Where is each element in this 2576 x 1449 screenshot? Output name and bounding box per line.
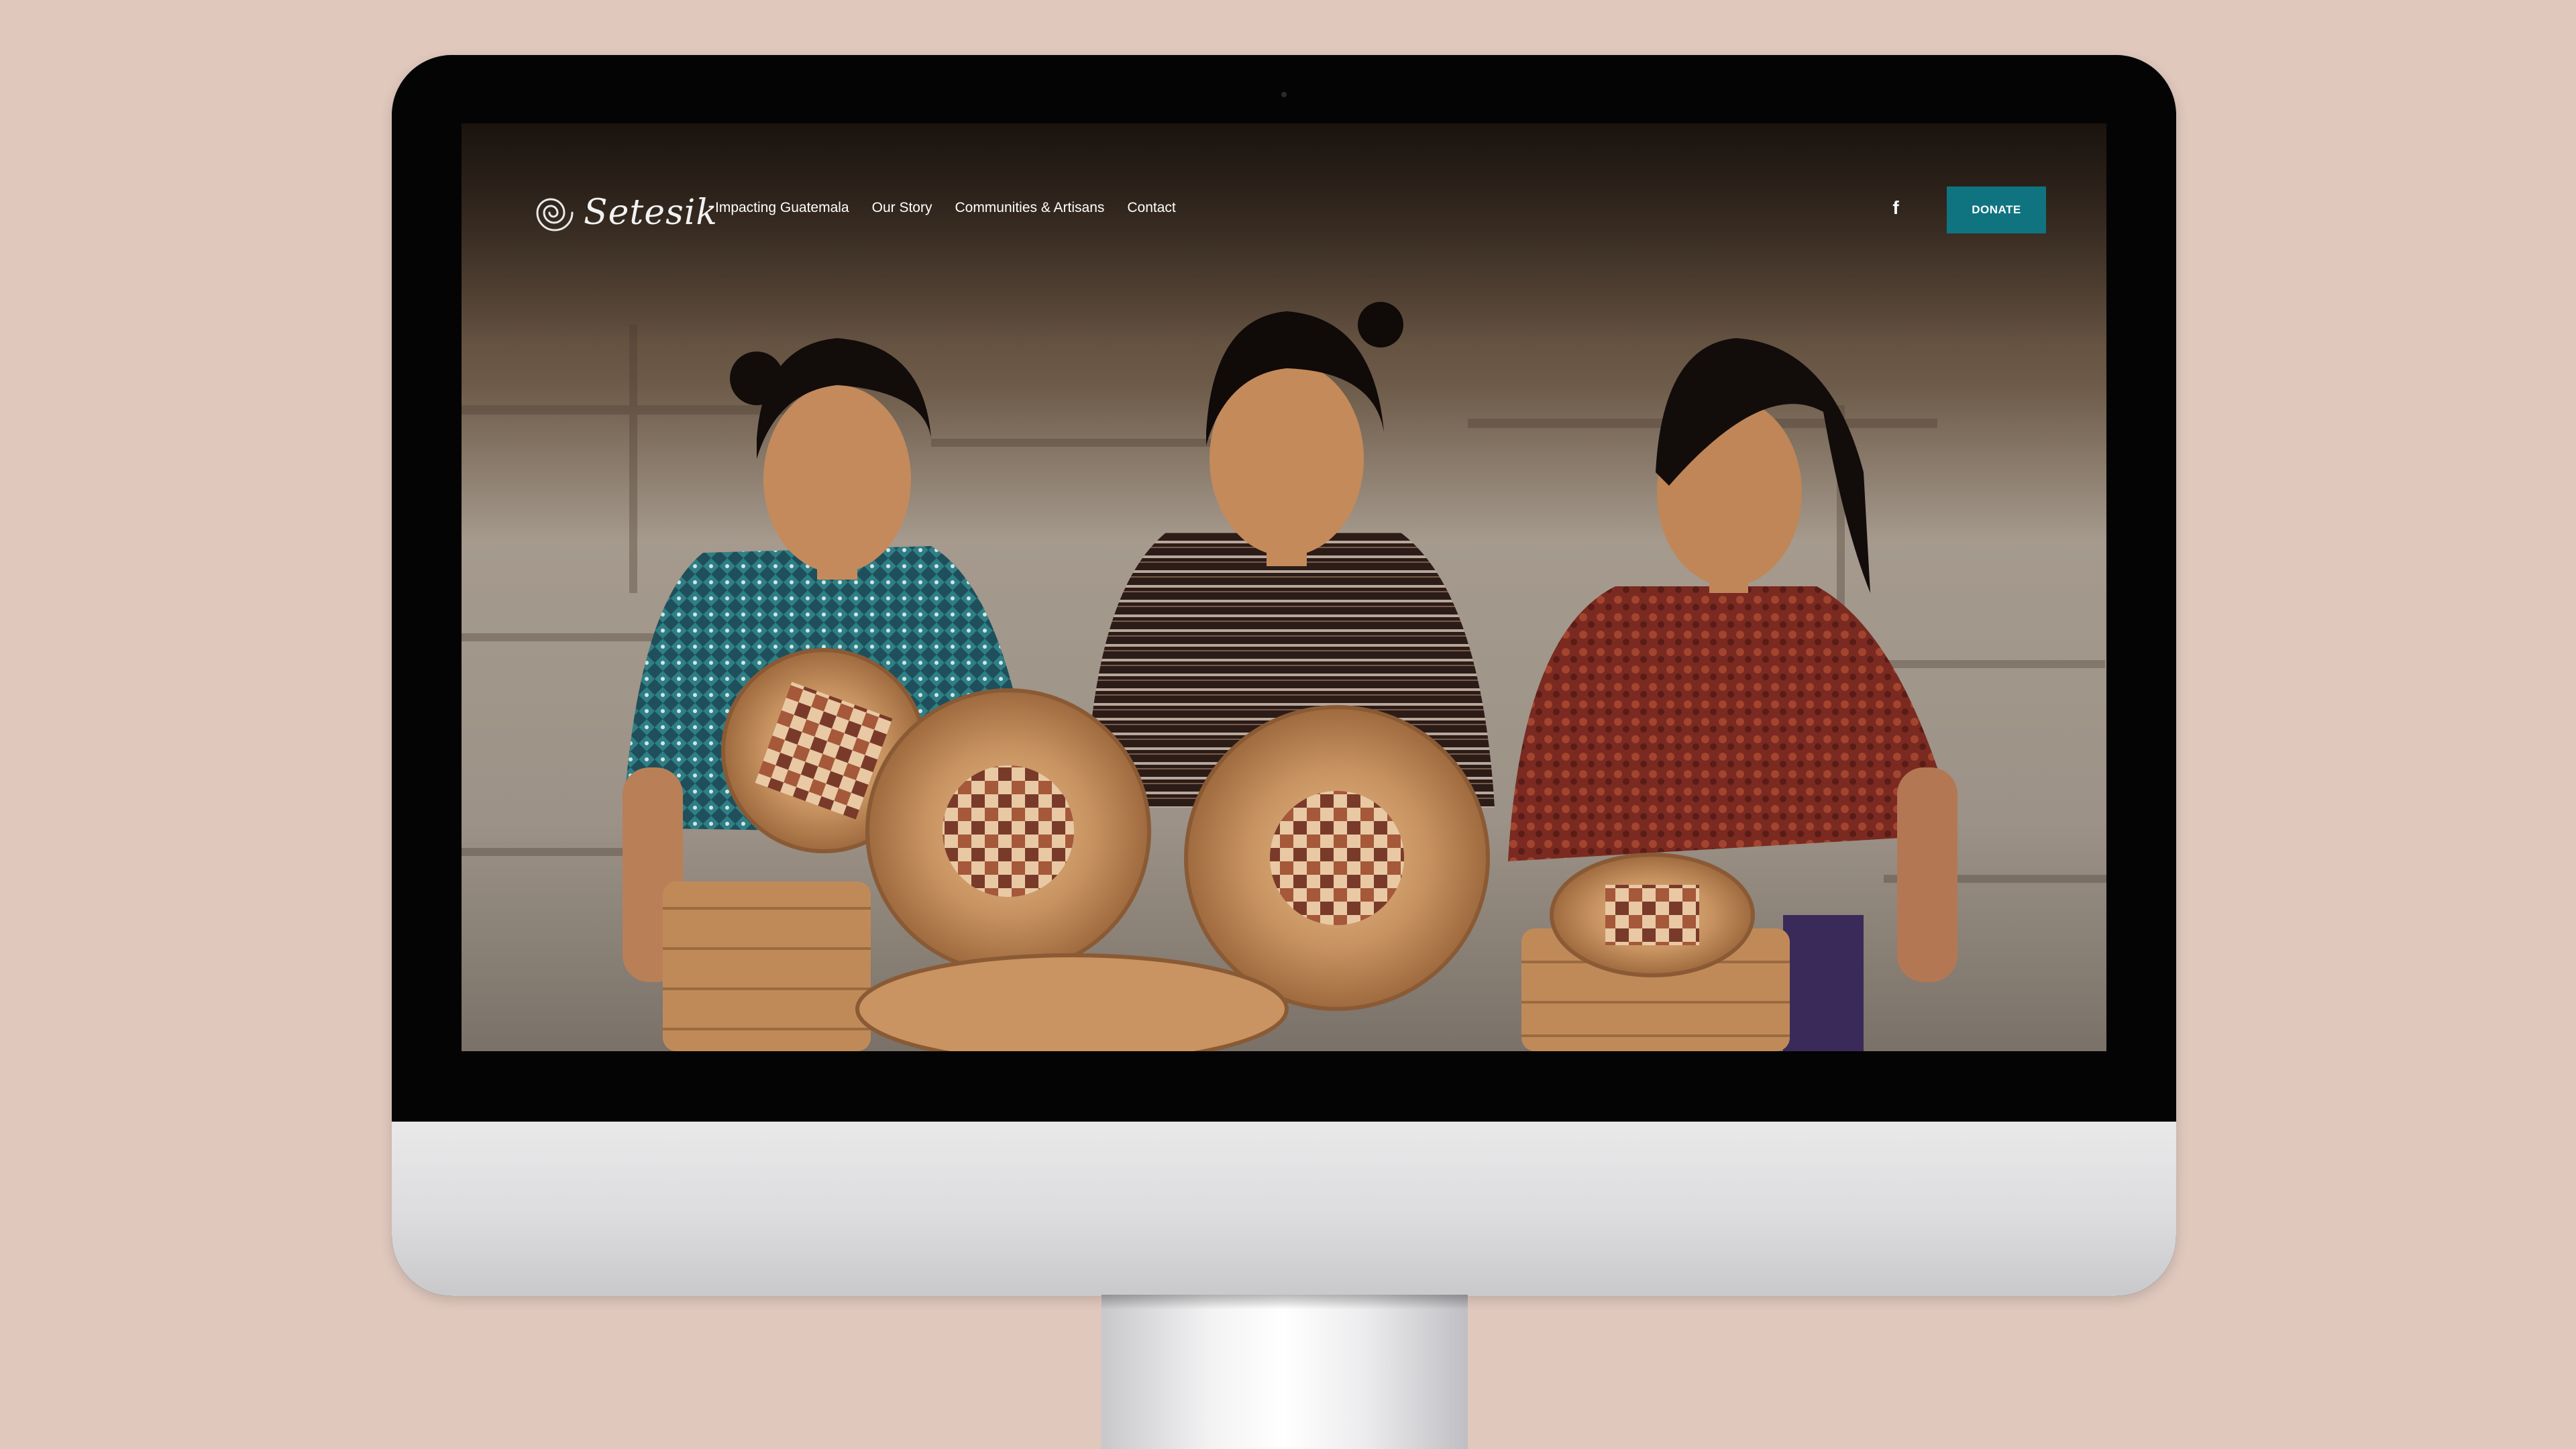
donate-button[interactable]: DONATE	[1947, 186, 2046, 233]
nav-communities-artisans[interactable]: Communities & Artisans	[955, 200, 1104, 216]
nav-our-story[interactable]: Our Story	[872, 200, 932, 216]
website-screen: Setesik Impacting Guatemala Our Story Co…	[462, 123, 2106, 1051]
monitor-chin	[392, 1122, 2176, 1296]
main-menu: Impacting Guatemala Our Story Communitie…	[715, 200, 1176, 216]
site-logo-text: Setesik	[584, 193, 718, 233]
hero-photo	[462, 123, 2106, 1051]
stand-shadow	[1102, 1295, 1468, 1309]
monitor-stand	[1102, 1295, 1468, 1449]
camera-dot	[1281, 92, 1287, 97]
spiral-logo-icon	[536, 198, 574, 231]
nav-impacting-guatemala[interactable]: Impacting Guatemala	[715, 200, 849, 216]
nav-contact[interactable]: Contact	[1127, 200, 1175, 216]
facebook-icon[interactable]: f	[1890, 197, 1902, 219]
site-navigation: Setesik Impacting Guatemala Our Story Co…	[462, 123, 2106, 233]
scene: Setesik Impacting Guatemala Our Story Co…	[0, 0, 2576, 1449]
site-logo[interactable]: Setesik	[529, 188, 718, 237]
